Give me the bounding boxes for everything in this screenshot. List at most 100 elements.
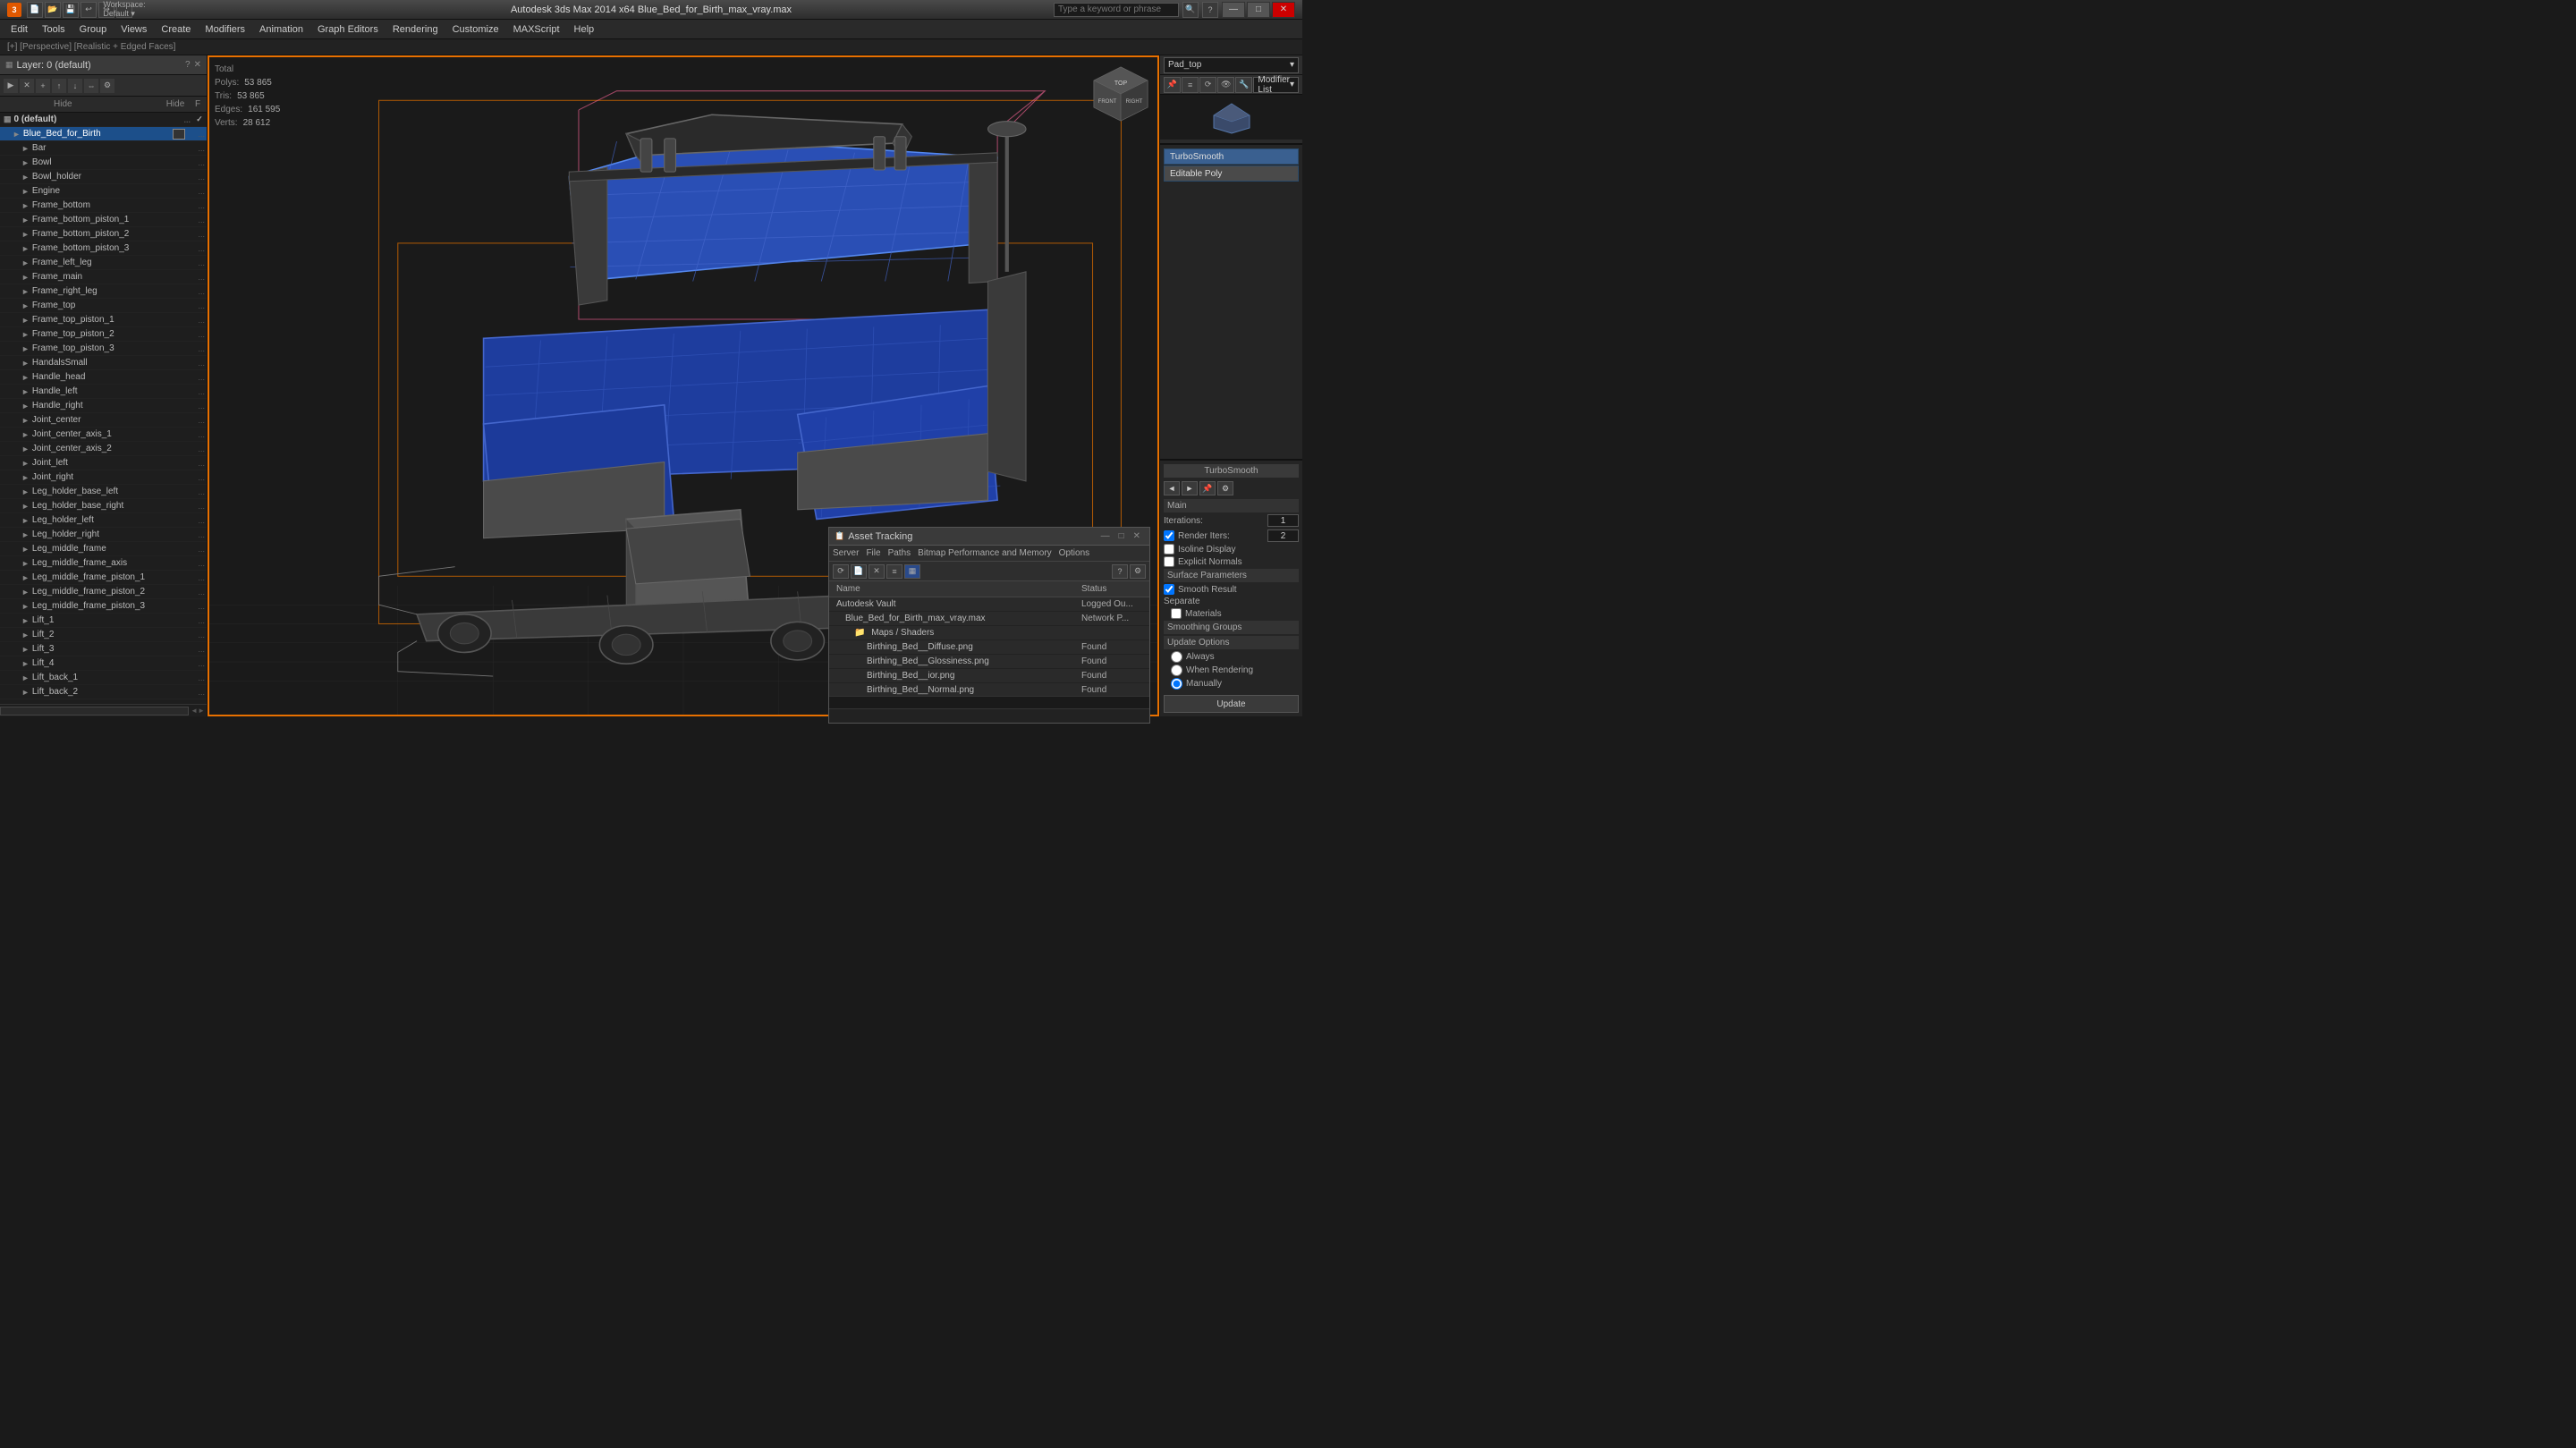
layer-item-menu[interactable]: ... (187, 673, 205, 682)
maximize-button[interactable]: □ (1247, 2, 1270, 18)
layer-item-menu[interactable]: ... (187, 144, 205, 153)
layer-item[interactable]: ►Leg_holder_left... (0, 513, 207, 528)
layer-item-menu[interactable]: ... (187, 301, 205, 310)
modifier-editable-poly[interactable]: Editable Poly (1164, 165, 1299, 182)
close-button[interactable]: ✕ (1272, 2, 1295, 18)
layer-item[interactable]: ►Bowl_holder... (0, 170, 207, 184)
layer-item[interactable]: ►Lift_3... (0, 642, 207, 656)
layer-item[interactable]: ►Engine... (0, 184, 207, 199)
asset-minimize-button[interactable]: — (1097, 531, 1114, 541)
layer-item-menu[interactable]: ... (187, 545, 205, 554)
layer-item[interactable]: ►Lift_4... (0, 656, 207, 671)
asset-menu-options[interactable]: Options (1059, 548, 1089, 558)
layer-item-menu[interactable]: ... (187, 487, 205, 496)
asset-row[interactable]: Birthing_Bed__Diffuse.pngFound (829, 640, 1149, 655)
layer-item-menu[interactable]: ... (187, 402, 205, 411)
layer-item[interactable]: ►Lift_1... (0, 614, 207, 628)
layer-item[interactable]: ►Frame_top_piston_1... (0, 313, 207, 327)
layer-item[interactable]: ►Lift_back_2... (0, 685, 207, 699)
save-icon[interactable]: 💾 (63, 2, 79, 18)
modifier-pin-icon[interactable]: 📌 (1164, 77, 1181, 93)
object-dropdown[interactable]: Pad_top ▾ (1164, 57, 1299, 73)
layer-tool-arrow[interactable]: ▶ (4, 79, 18, 93)
layer-item-menu[interactable]: ... (187, 416, 205, 425)
asset-tb-settings[interactable]: ⚙ (1130, 564, 1146, 579)
asset-menu-file[interactable]: File (866, 548, 880, 558)
ts-smooth-result-check[interactable] (1164, 584, 1174, 595)
asset-horizontal-scrollbar[interactable] (829, 696, 1149, 708)
help-icon[interactable]: ? (1202, 2, 1218, 18)
layer-item[interactable]: ►Joint_center_axis_1... (0, 428, 207, 442)
ts-iterations-input[interactable] (1267, 514, 1299, 527)
layer-item[interactable]: ►Joint_right... (0, 470, 207, 485)
layer-item-menu[interactable]: ... (187, 130, 205, 139)
open-icon[interactable]: 📂 (45, 2, 61, 18)
asset-row[interactable]: 📁 Maps / Shaders (829, 626, 1149, 640)
modifier-util-icon[interactable]: 🔧 (1235, 77, 1252, 93)
ts-settings-icon[interactable]: ⚙ (1217, 481, 1233, 495)
menu-item-animation[interactable]: Animation (252, 22, 310, 37)
layer-item-menu[interactable]: ... (187, 588, 205, 597)
layer-item[interactable]: ►Joint_left... (0, 456, 207, 470)
layer-item[interactable]: ►Handle_right... (0, 399, 207, 413)
ts-nav-prev[interactable]: ◄ (1164, 481, 1180, 495)
asset-row[interactable]: Birthing_Bed__Normal.pngFound (829, 683, 1149, 696)
ts-manually-radio[interactable] (1171, 678, 1182, 690)
layer-item[interactable]: ►Frame_bottom_piston_2... (0, 227, 207, 241)
menu-item-edit[interactable]: Edit (4, 22, 35, 37)
layer-item[interactable]: ►Lift_back_1... (0, 671, 207, 685)
layer-item-menu[interactable]: ... (187, 616, 205, 625)
layer-item[interactable]: ►Frame_bottom_piston_1... (0, 213, 207, 227)
ts-update-header[interactable]: Update Options (1164, 636, 1299, 649)
ts-nav-next[interactable]: ► (1182, 481, 1198, 495)
layer-item-menu[interactable]: ... (187, 258, 205, 267)
menu-item-create[interactable]: Create (154, 22, 198, 37)
layer-item[interactable]: ►Leg_middle_frame_piston_1... (0, 571, 207, 585)
layer-item[interactable]: ▦0 (default)...✓ (0, 113, 207, 127)
new-icon[interactable]: 📄 (27, 2, 43, 18)
layer-item[interactable]: ►Frame_top_piston_3... (0, 342, 207, 356)
layer-item[interactable]: ►Handle_left... (0, 385, 207, 399)
layer-item-menu[interactable]: ... (187, 287, 205, 296)
viewport-navigation-cube[interactable]: TOP RIGHT FRONT (1089, 63, 1152, 128)
menu-item-maxscript[interactable]: MAXScript (506, 22, 567, 37)
layer-item[interactable]: ►Joint_center... (0, 413, 207, 428)
asset-menu-bitmap-performance-and-memory[interactable]: Bitmap Performance and Memory (918, 548, 1052, 558)
layer-item[interactable]: ►Frame_top_piston_2... (0, 327, 207, 342)
search-input[interactable] (1054, 3, 1179, 17)
layer-tool-add[interactable]: + (36, 79, 50, 93)
ts-surface-header[interactable]: Surface Parameters (1164, 569, 1299, 582)
menu-item-group[interactable]: Group (72, 22, 114, 37)
layers-horizontal-scrollbar[interactable] (0, 707, 189, 716)
layer-item[interactable]: ►Handle_head... (0, 370, 207, 385)
ts-materials-check[interactable] (1171, 608, 1182, 619)
asset-row[interactable]: Birthing_Bed__ior.pngFound (829, 669, 1149, 683)
layer-item[interactable]: ►Leg_middle_frame... (0, 542, 207, 556)
layer-tool-settings[interactable]: ⚙ (100, 79, 114, 93)
ts-pin-icon[interactable]: 📌 (1199, 481, 1216, 495)
layer-tool-link[interactable]: ⇔ (84, 79, 98, 93)
asset-row[interactable]: Blue_Bed_for_Birth_max_vray.maxNetwork P… (829, 612, 1149, 626)
layer-item[interactable]: ►Frame_bottom_piston_3... (0, 241, 207, 256)
ts-when-rendering-radio[interactable] (1171, 665, 1182, 676)
layer-item[interactable]: ►Frame_bottom... (0, 199, 207, 213)
modifier-turbosmooth[interactable]: TurboSmooth (1164, 148, 1299, 165)
minimize-button[interactable]: — (1222, 2, 1245, 18)
layer-item-menu[interactable]: ... (173, 115, 191, 124)
layer-item-menu[interactable]: ... (187, 473, 205, 482)
layer-item-menu[interactable]: ... (187, 688, 205, 697)
layer-item-menu[interactable]: ... (187, 430, 205, 439)
layer-item-menu[interactable]: ... (187, 216, 205, 224)
layer-item-menu[interactable]: ... (187, 659, 205, 668)
layer-item[interactable]: ►Frame_main... (0, 270, 207, 284)
asset-tb-help[interactable]: ? (1112, 564, 1128, 579)
layer-item-menu[interactable]: ... (187, 316, 205, 325)
layer-item-menu[interactable]: ... (187, 201, 205, 210)
menu-item-help[interactable]: Help (567, 22, 602, 37)
layer-item-menu[interactable]: ... (187, 244, 205, 253)
workspace-dropdown[interactable]: Workspace: Default ▾ (116, 2, 132, 18)
layer-item[interactable]: ►Leg_middle_frame_axis... (0, 556, 207, 571)
layers-close-button[interactable]: ✕ (194, 60, 201, 70)
layer-item-menu[interactable]: ... (187, 516, 205, 525)
layer-item-menu[interactable]: ... (187, 158, 205, 167)
